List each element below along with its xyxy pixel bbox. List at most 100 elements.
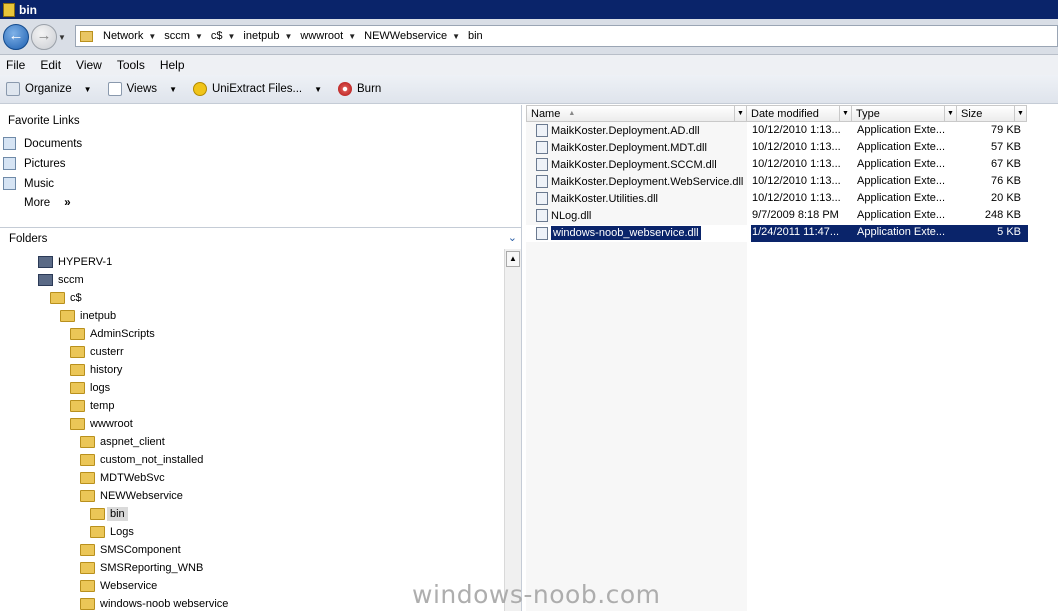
burn-icon bbox=[338, 82, 353, 96]
pictures-icon bbox=[3, 157, 16, 170]
chevron-down-icon[interactable]: ▼ bbox=[452, 32, 460, 41]
breadcrumb-item[interactable]: sccm ▼ bbox=[164, 30, 209, 42]
title-bar: bin bbox=[0, 0, 1058, 19]
file-row[interactable]: NLog.dll 9/7/2009 8:18 PM Application Ex… bbox=[526, 208, 1028, 225]
favorite-more-link[interactable]: More» bbox=[24, 197, 71, 209]
breadcrumb-item[interactable]: inetpub ▼ bbox=[243, 30, 298, 42]
forward-button[interactable]: → bbox=[31, 24, 57, 50]
shared-folder-icon bbox=[50, 291, 65, 304]
chevron-down-icon[interactable]: ▼ bbox=[195, 32, 203, 41]
column-filter-dropdown[interactable]: ▼ bbox=[1014, 106, 1026, 121]
folder-icon bbox=[80, 30, 93, 42]
tree-node-hyperv-1[interactable]: HYPERV-1 bbox=[38, 253, 112, 270]
tree-node-history[interactable]: history bbox=[70, 361, 122, 378]
menu-view[interactable]: View bbox=[76, 58, 102, 72]
folder-icon bbox=[80, 489, 95, 502]
burn-button[interactable]: Burn bbox=[338, 82, 381, 96]
column-header-date-modified[interactable]: Date modified ▼ bbox=[747, 105, 852, 122]
tree-node-custom-not-installed[interactable]: custom_not_installed bbox=[80, 451, 203, 468]
column-filter-dropdown[interactable]: ▼ bbox=[734, 106, 746, 121]
chevron-down-icon[interactable]: ▼ bbox=[285, 32, 293, 41]
file-type: Application Exte... bbox=[857, 158, 946, 170]
file-type: Application Exte... bbox=[857, 124, 946, 136]
file-size: 67 KB bbox=[991, 158, 1021, 170]
documents-icon bbox=[3, 137, 16, 150]
tree-node-c-share[interactable]: c$ bbox=[50, 289, 82, 306]
tree-node-mdtwebsvc[interactable]: MDTWebSvc bbox=[80, 469, 165, 486]
views-button[interactable]: Views ▼ bbox=[107, 82, 177, 96]
favorite-pictures[interactable]: Pictures bbox=[3, 157, 66, 170]
tree-node-adminscripts[interactable]: AdminScripts bbox=[70, 325, 155, 342]
file-date: 10/12/2010 1:13... bbox=[752, 158, 841, 170]
back-arrow-icon: ← bbox=[8, 27, 24, 44]
menu-edit[interactable]: Edit bbox=[40, 58, 61, 72]
computer-icon bbox=[38, 273, 53, 286]
file-row[interactable]: MaikKoster.Deployment.MDT.dll 10/12/2010… bbox=[526, 140, 1028, 157]
file-row[interactable]: MaikKoster.Deployment.WebService.dll 10/… bbox=[526, 174, 1028, 191]
breadcrumb-item[interactable]: Network ▼ bbox=[103, 30, 162, 42]
file-date: 10/12/2010 1:13... bbox=[752, 141, 841, 153]
file-name: MaikKoster.Deployment.MDT.dll bbox=[551, 141, 707, 154]
column-filter-dropdown[interactable]: ▼ bbox=[839, 106, 851, 121]
file-name: MaikKoster.Deployment.SCCM.dll bbox=[551, 158, 717, 171]
folders-header[interactable]: Folders ⌄ bbox=[0, 227, 522, 249]
tree-node-wwwroot[interactable]: wwwroot bbox=[70, 415, 133, 432]
back-button[interactable]: ← bbox=[3, 24, 29, 50]
address-bar[interactable]: Network ▼ sccm ▼ c$ ▼ inetpub ▼ wwwroot ▼ NEW… bbox=[75, 25, 1058, 47]
file-size: 57 KB bbox=[991, 141, 1021, 153]
menu-file[interactable]: File bbox=[6, 58, 25, 72]
tree-node-newwebservice[interactable]: NEWWebservice bbox=[80, 487, 183, 504]
tree-node-windows-noob-webservice[interactable]: windows-noob webservice bbox=[80, 595, 228, 611]
chevron-down-icon: ▼ bbox=[83, 84, 92, 94]
computer-icon bbox=[38, 255, 53, 268]
breadcrumb-item[interactable]: NEWWebservice ▼ bbox=[364, 30, 466, 42]
breadcrumb-item[interactable]: wwwroot ▼ bbox=[300, 30, 362, 42]
file-date: 9/7/2009 8:18 PM bbox=[752, 209, 839, 221]
file-row[interactable]: MaikKoster.Deployment.AD.dll 10/12/2010 … bbox=[526, 123, 1028, 140]
chevron-down-icon[interactable]: ▼ bbox=[148, 32, 156, 41]
file-size: 76 KB bbox=[991, 175, 1021, 187]
favorite-music[interactable]: Music bbox=[3, 177, 54, 190]
organize-button[interactable]: Organize ▼ bbox=[6, 82, 92, 96]
tree-node-logs-sub[interactable]: Logs bbox=[90, 523, 134, 540]
views-icon bbox=[107, 82, 122, 96]
tree-node-custerr[interactable]: custerr bbox=[70, 343, 124, 360]
chevron-down-icon[interactable]: ⌄ bbox=[508, 231, 517, 244]
file-type: Application Exte... bbox=[857, 175, 946, 187]
tree-node-smscomponent[interactable]: SMSComponent bbox=[80, 541, 181, 558]
menu-tools[interactable]: Tools bbox=[117, 58, 145, 72]
dll-file-icon bbox=[536, 209, 548, 222]
favorite-documents[interactable]: Documents bbox=[3, 137, 82, 150]
tree-node-aspnet-client[interactable]: aspnet_client bbox=[80, 433, 165, 450]
tree-node-temp[interactable]: temp bbox=[70, 397, 114, 414]
chevron-down-icon[interactable]: ▼ bbox=[348, 32, 356, 41]
chevron-down-icon[interactable]: ▼ bbox=[227, 32, 235, 41]
file-row[interactable]: MaikKoster.Utilities.dll 10/12/2010 1:13… bbox=[526, 191, 1028, 208]
tree-node-logs[interactable]: logs bbox=[70, 379, 110, 396]
breadcrumb-item[interactable]: bin bbox=[468, 30, 483, 42]
recent-pages-dropdown[interactable]: ▼ bbox=[58, 33, 66, 42]
column-header-size[interactable]: Size ▼ bbox=[957, 105, 1027, 122]
folder-icon bbox=[60, 309, 75, 322]
column-header-name[interactable]: Name ▲ ▼ bbox=[526, 105, 747, 122]
command-toolbar: Organize ▼ Views ▼ UniExtract Files... ▼… bbox=[0, 75, 1058, 104]
file-date: 1/24/2011 11:47... bbox=[752, 226, 840, 238]
file-row-selected[interactable]: windows-noob_webservice.dll 1/24/2011 11… bbox=[526, 225, 1028, 242]
file-name: MaikKoster.Deployment.AD.dll bbox=[551, 124, 700, 137]
menu-help[interactable]: Help bbox=[160, 58, 185, 72]
file-row[interactable]: MaikKoster.Deployment.SCCM.dll 10/12/201… bbox=[526, 157, 1028, 174]
tree-node-inetpub[interactable]: inetpub bbox=[60, 307, 116, 324]
tree-node-bin[interactable]: bin bbox=[90, 505, 128, 522]
breadcrumb-item[interactable]: c$ ▼ bbox=[211, 30, 242, 42]
sort-ascending-icon: ▲ bbox=[568, 110, 576, 117]
column-header-type[interactable]: Type ▼ bbox=[852, 105, 957, 122]
folder-tree-scrollbar[interactable]: ▲ bbox=[504, 249, 521, 611]
tree-node-webservice[interactable]: Webservice bbox=[80, 577, 157, 594]
tree-node-sccm[interactable]: sccm bbox=[38, 271, 84, 288]
folder-icon bbox=[3, 2, 15, 17]
column-filter-dropdown[interactable]: ▼ bbox=[944, 106, 956, 121]
file-date: 10/12/2010 1:13... bbox=[752, 192, 841, 204]
scroll-up-arrow-icon[interactable]: ▲ bbox=[506, 251, 520, 267]
tree-node-smsreporting-wnb[interactable]: SMSReporting_WNB bbox=[80, 559, 203, 576]
uniextract-button[interactable]: UniExtract Files... ▼ bbox=[192, 82, 322, 96]
